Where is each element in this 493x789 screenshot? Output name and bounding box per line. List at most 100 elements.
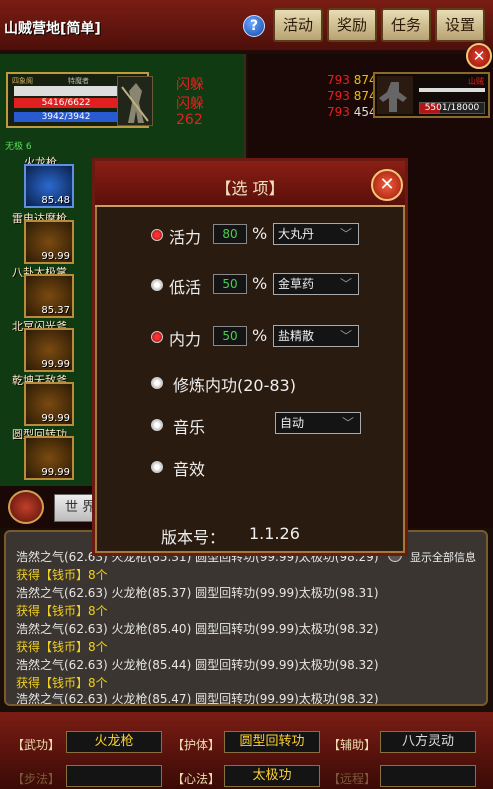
armor-skill-slot[interactable]: 圆型回转功	[224, 731, 320, 753]
player-name: 四象阁	[12, 77, 33, 85]
assist-skill-label: 【辅助】	[328, 738, 377, 752]
skill-value-2: 99.99	[41, 251, 70, 262]
ranged-skill-label: 【远程】	[328, 772, 377, 786]
hp-item-value: 大丸丹	[278, 227, 315, 241]
chat-line: 浩然之气(62.63) 火龙枪(85.47) 圆型回转功(99.99)太极功(9…	[16, 692, 379, 706]
mp-label: 内力	[169, 330, 202, 349]
cultivate-label: 修炼内功(20-83)	[173, 376, 296, 395]
chat-line: 浩然之气(62.63) 火龙枪(85.44) 圆型回转功(99.99)太极功(9…	[16, 658, 379, 672]
map-title: 山贼营地[简单]	[4, 21, 101, 37]
chevron-down-icon: ﹀	[339, 277, 352, 291]
mind-skill-label: 【心法】	[172, 772, 221, 786]
sfx-radio[interactable]	[151, 461, 163, 473]
chat-line: 获得【钱币】8个	[16, 568, 108, 582]
skill-tier: 无极 6	[5, 142, 32, 152]
sfx-label: 音效	[173, 460, 206, 479]
dialog-title: 【选 项】	[215, 179, 285, 198]
martial-art-label: 【武功】	[12, 738, 61, 752]
armor-skill-label: 【护体】	[172, 738, 221, 752]
enemy-name: 山贼	[468, 77, 484, 86]
mp-radio[interactable]	[151, 331, 163, 343]
settings-button[interactable]: 设置	[435, 8, 485, 42]
dialog-header: 【选 项】 ✕	[95, 161, 405, 207]
chat-line: 获得【钱币】8个	[16, 676, 108, 690]
music-radio[interactable]	[151, 419, 163, 431]
skill-value-4: 99.99	[41, 359, 70, 370]
combat-text-dodge-1: 闪躲	[176, 77, 204, 93]
chat-line: 浩然之气(62.63) 火龙枪(85.37) 圆型回转功(99.99)太极功(9…	[16, 586, 379, 600]
options-dialog: 【选 项】 ✕ 活力 80 % 大丸丹 ﹀ 低活 50 % 金草药 ﹀ 内力 50 …	[92, 158, 408, 556]
reward-button[interactable]: 奖励	[327, 8, 377, 42]
skill-value-5: 99.99	[41, 413, 70, 424]
low-hp-percent: %	[252, 274, 268, 293]
skill-spin-icon[interactable]: 99.99	[24, 436, 74, 480]
low-hp-label: 低活	[169, 278, 202, 297]
mp-percent: %	[252, 326, 268, 345]
skill-fist-icon[interactable]: 85.37	[24, 274, 74, 318]
player-mp-bar: 3942/3942	[14, 112, 118, 122]
chevron-down-icon: ﹀	[339, 329, 352, 343]
damage-number: 793	[327, 73, 350, 87]
top-bar: 山贼营地[简单] ? 活动 奖励 任务 设置	[0, 0, 493, 52]
martial-art-slot[interactable]: 火龙枪	[66, 731, 162, 753]
skill-value-1: 85.48	[41, 195, 70, 206]
low-hp-item-select[interactable]: 金草药 ﹀	[273, 273, 359, 295]
player-tag: 特魔者	[68, 77, 89, 85]
chat-log[interactable]: 浩然之气(62.63) 火龙枪(85.31) 圆型回转功(99.99)太极功(9…	[4, 530, 488, 706]
quest-button[interactable]: 任务	[381, 8, 431, 42]
version-number: 1.1.26	[249, 524, 300, 543]
assist-skill-slot[interactable]: 八方灵动	[380, 731, 476, 753]
skill-value-3: 85.37	[41, 305, 70, 316]
hp-radio[interactable]	[151, 229, 163, 241]
enemy-hp-text: 5501/18000	[424, 103, 480, 113]
mind-skill-slot[interactable]: 太极功	[224, 765, 320, 787]
skill-thunder-spear-icon[interactable]: 99.99	[24, 220, 74, 264]
player-hp-bar: 5416/6622	[14, 98, 118, 108]
music-label: 音乐	[173, 418, 206, 437]
combat-text-dodge-2: 闪躲	[176, 96, 204, 112]
combat-text-damage: 262	[176, 112, 203, 128]
chat-line: 获得【钱币】8个	[16, 604, 108, 618]
low-hp-radio[interactable]	[151, 279, 163, 291]
hp-threshold-input[interactable]: 80	[213, 224, 247, 244]
cultivate-radio[interactable]	[151, 377, 163, 389]
skill-fire-dragon-spear-icon[interactable]: 85.48	[24, 164, 74, 208]
player-exp-bar	[14, 86, 118, 96]
music-mode-value: 自动	[280, 416, 305, 430]
chevron-down-icon: ﹀	[341, 416, 354, 430]
activity-button[interactable]: 活动	[273, 8, 323, 42]
help-icon[interactable]: ?	[243, 15, 265, 37]
show-all-label: 显示全部信息	[410, 551, 476, 564]
version-label: 版本号：	[161, 528, 226, 547]
ranged-skill-slot[interactable]	[380, 765, 476, 787]
skill-value-6: 99.99	[41, 467, 70, 478]
dialog-close-icon[interactable]: ✕	[371, 169, 403, 201]
mp-item-value: 盐精散	[278, 329, 315, 343]
skill-axe-2-icon[interactable]: 99.99	[24, 382, 74, 426]
enemy-card[interactable]: 山贼 5501/18000	[373, 72, 490, 118]
step-skill-label: 【步法】	[12, 772, 61, 786]
damage-log: 793 874 793 874 793 454	[327, 72, 377, 120]
low-hp-threshold-input[interactable]: 50	[213, 274, 247, 294]
music-mode-select[interactable]: 自动 ﹀	[275, 412, 361, 434]
step-skill-slot[interactable]	[66, 765, 162, 787]
close-panel-icon[interactable]: ✕	[466, 43, 492, 69]
skill-axe-icon[interactable]: 99.99	[24, 328, 74, 372]
damage-number: 793	[327, 89, 350, 103]
hp-label: 活力	[169, 228, 202, 247]
enemy-hp-bar: 5501/18000	[419, 102, 485, 114]
mp-threshold-input[interactable]: 50	[213, 326, 247, 346]
mp-item-select[interactable]: 盐精散 ﹀	[273, 325, 359, 347]
equipment-bar: 【武功】 火龙枪 【护体】 圆型回转功 【辅助】 八方灵动 【步法】 【心法】 …	[0, 712, 493, 789]
chat-bubble-icon[interactable]	[8, 490, 44, 524]
hp-item-select[interactable]: 大丸丹 ﹀	[273, 223, 359, 245]
chat-line: 浩然之气(62.63) 火龙枪(85.40) 圆型回转功(99.99)太极功(9…	[16, 622, 379, 636]
enemy-bar	[419, 88, 485, 92]
chat-line: 获得【钱币】8个	[16, 640, 108, 654]
player-avatar	[117, 76, 153, 126]
chevron-down-icon: ﹀	[339, 227, 352, 241]
damage-number: 793	[327, 105, 350, 119]
hp-percent: %	[252, 224, 268, 243]
low-hp-item-value: 金草药	[278, 277, 315, 291]
enemy-avatar	[377, 76, 413, 114]
